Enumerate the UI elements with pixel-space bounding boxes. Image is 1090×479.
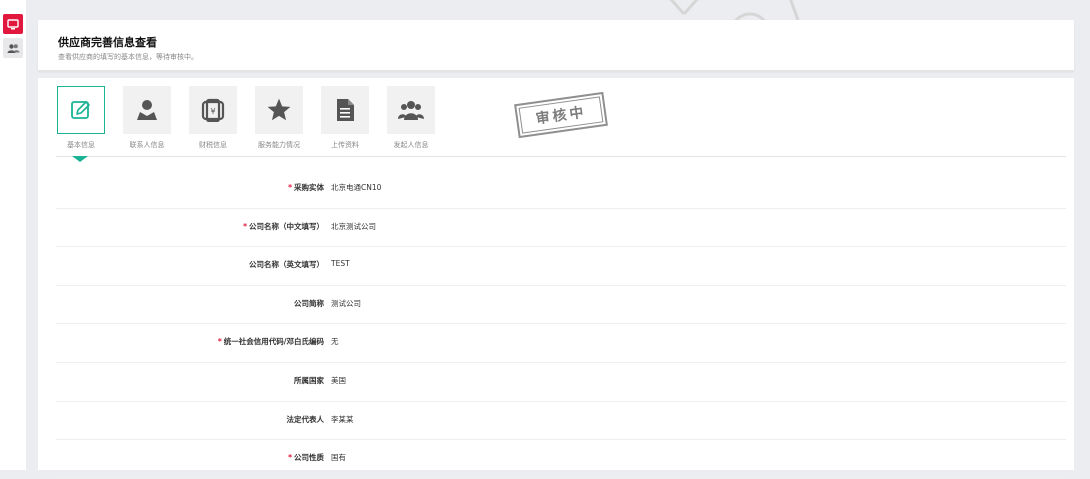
star-icon <box>267 98 291 121</box>
review-status-stamp: 审核中 <box>514 91 608 139</box>
form-row: 法定代表人 李某某 <box>56 402 1066 441</box>
required-marker: * <box>288 453 292 463</box>
tab-label: 服务能力情况 <box>258 141 300 149</box>
main-panel: 基本信息 联系人信息 ¥ 财税信息 服务能力情况 上传资料 发起人信息 审核中 … <box>38 78 1074 479</box>
field-value: 国有 <box>331 453 346 463</box>
basic-info-form: * 采购实体 北京电通CN10 * 公司名称（中文填写） 北京测试公司 公司名称（英… <box>56 170 1066 479</box>
page-subtitle: 查看供应商的填写的基本信息，等待审核中。 <box>58 53 198 61</box>
field-label: 公司性质 <box>294 453 324 463</box>
tab-label: 联系人信息 <box>129 141 165 149</box>
field-value: 美国 <box>331 375 346 385</box>
monitor-icon <box>7 18 19 29</box>
tab-bar: 基本信息 联系人信息 ¥ 财税信息 服务能力情况 上传资料 发起人信息 审核中 <box>56 86 1066 162</box>
page-title: 供应商完善信息查看 <box>58 36 157 49</box>
stamp-text: 审核中 <box>534 104 588 128</box>
left-sidebar <box>0 0 26 470</box>
form-row: * 采购实体 北京电通CN10 <box>56 170 1066 209</box>
page-header: 供应商完善信息查看 查看供应商的填写的基本信息，等待审核中。 <box>38 20 1074 71</box>
tab-basic-info[interactable]: 基本信息 <box>56 86 106 162</box>
sidebar-monitor-button[interactable] <box>3 14 23 34</box>
form-row: * 统一社会信用代码/邓白氏编码 无 <box>56 324 1066 363</box>
tab-label: 财税信息 <box>199 141 227 149</box>
users-icon <box>7 43 19 53</box>
wallet-icon: ¥ <box>201 98 225 122</box>
tab-tax-info[interactable]: ¥ 财税信息 <box>188 86 238 150</box>
tab-initiator-info[interactable]: 发起人信息 <box>386 86 436 150</box>
tab-service-capability[interactable]: 服务能力情况 <box>254 86 304 150</box>
field-label: 采购实体 <box>294 183 324 192</box>
field-value: 无 <box>331 337 339 347</box>
required-marker: * <box>243 221 247 231</box>
person-icon <box>137 100 157 120</box>
field-label: 所属国家 <box>294 375 324 385</box>
field-value: 北京电通CN10 <box>331 183 382 192</box>
group-icon <box>398 101 424 120</box>
required-marker: * <box>217 337 222 347</box>
tab-contact-info[interactable]: 联系人信息 <box>122 86 172 150</box>
field-label: 公司简称 <box>294 298 324 308</box>
field-label: 统一社会信用代码/邓白氏编码 <box>223 337 324 347</box>
form-row: 公司名称（英文填写） TEST <box>56 247 1066 286</box>
tab-label: 发起人信息 <box>393 141 429 149</box>
document-icon <box>337 99 354 121</box>
form-row: 公司简称 测试公司 <box>56 286 1066 325</box>
field-value: 北京测试公司 <box>331 221 376 231</box>
field-value: 李某某 <box>331 414 354 424</box>
field-label: 公司名称（英文填写） <box>249 260 324 270</box>
svg-text:¥: ¥ <box>210 107 215 116</box>
field-label: 法定代表人 <box>286 414 325 424</box>
form-row: 所属国家 美国 <box>56 363 1066 402</box>
active-tab-indicator <box>72 156 88 162</box>
form-row: * 公司名称（中文填写） 北京测试公司 <box>56 209 1066 248</box>
field-label: 公司名称（中文填写） <box>249 221 324 231</box>
edit-icon <box>71 101 90 119</box>
form-row: * 公司性质 国有 <box>56 440 1066 479</box>
field-value: TEST <box>331 259 350 269</box>
sidebar-users-button[interactable] <box>3 38 23 58</box>
required-marker: * <box>288 183 292 192</box>
tab-label: 基本信息 <box>67 141 95 149</box>
tab-upload-documents[interactable]: 上传资料 <box>320 86 370 150</box>
tab-label: 上传资料 <box>331 141 359 149</box>
field-value: 测试公司 <box>331 298 361 308</box>
